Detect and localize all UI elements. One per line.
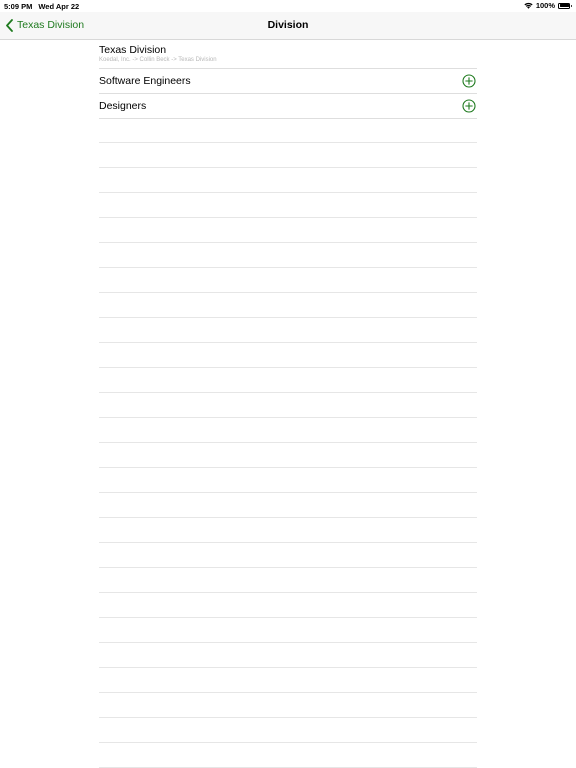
breadcrumb: Koedal, Inc. -> Collin Beck -> Texas Div… — [99, 57, 217, 63]
empty-row-separator — [99, 543, 477, 568]
status-date: Wed Apr 22 — [38, 2, 80, 11]
empty-row-separator — [99, 643, 477, 668]
empty-row-separator — [99, 568, 477, 593]
empty-row-separator — [99, 368, 477, 393]
division-title: Texas Division — [99, 44, 167, 56]
empty-row-separator — [99, 193, 477, 218]
empty-row-separator — [99, 293, 477, 318]
empty-row-separator — [99, 218, 477, 243]
empty-row-separator — [99, 243, 477, 268]
empty-row-separator — [99, 468, 477, 493]
empty-row-separator — [99, 743, 477, 768]
list-item-label: Designers — [99, 100, 147, 112]
empty-row-separator — [99, 668, 477, 693]
empty-row-separator — [99, 718, 477, 743]
navigation-bar: Texas Division Division — [0, 12, 576, 40]
add-circle-icon[interactable] — [462, 74, 476, 88]
empty-list-area — [99, 118, 477, 768]
empty-row-separator — [99, 393, 477, 418]
list-item-designers[interactable]: Designers — [99, 94, 477, 119]
empty-row-separator — [99, 143, 477, 168]
list-item-label: Software Engineers — [99, 75, 191, 87]
empty-row-separator — [99, 618, 477, 643]
empty-row-separator — [99, 443, 477, 468]
team-list: Software Engineers Designers — [99, 69, 477, 119]
status-bar: 5:09 PM Wed Apr 22 100% — [0, 0, 576, 12]
empty-row-separator — [99, 593, 477, 618]
add-circle-icon[interactable] — [462, 99, 476, 113]
battery-icon — [558, 2, 572, 9]
empty-row-separator — [99, 343, 477, 368]
empty-row-separator — [99, 693, 477, 718]
empty-row-separator — [99, 493, 477, 518]
status-time: 5:09 PM — [4, 2, 33, 11]
wifi-icon — [524, 2, 533, 9]
empty-row-separator — [99, 518, 477, 543]
division-header: Texas Division Koedal, Inc. -> Collin Be… — [99, 44, 477, 69]
list-item-software-engineers[interactable]: Software Engineers — [99, 69, 477, 94]
battery-percentage: 100% — [535, 1, 555, 10]
empty-row-separator — [99, 268, 477, 293]
empty-row-separator — [99, 168, 477, 193]
empty-row-separator — [99, 418, 477, 443]
empty-row-separator — [99, 118, 477, 143]
status-time-date: 5:09 PM Wed Apr 22 — [4, 2, 79, 11]
status-indicators: 100% — [524, 1, 572, 10]
battery-fill — [559, 4, 569, 7]
empty-row-separator — [99, 318, 477, 343]
page-title: Division — [267, 19, 309, 31]
